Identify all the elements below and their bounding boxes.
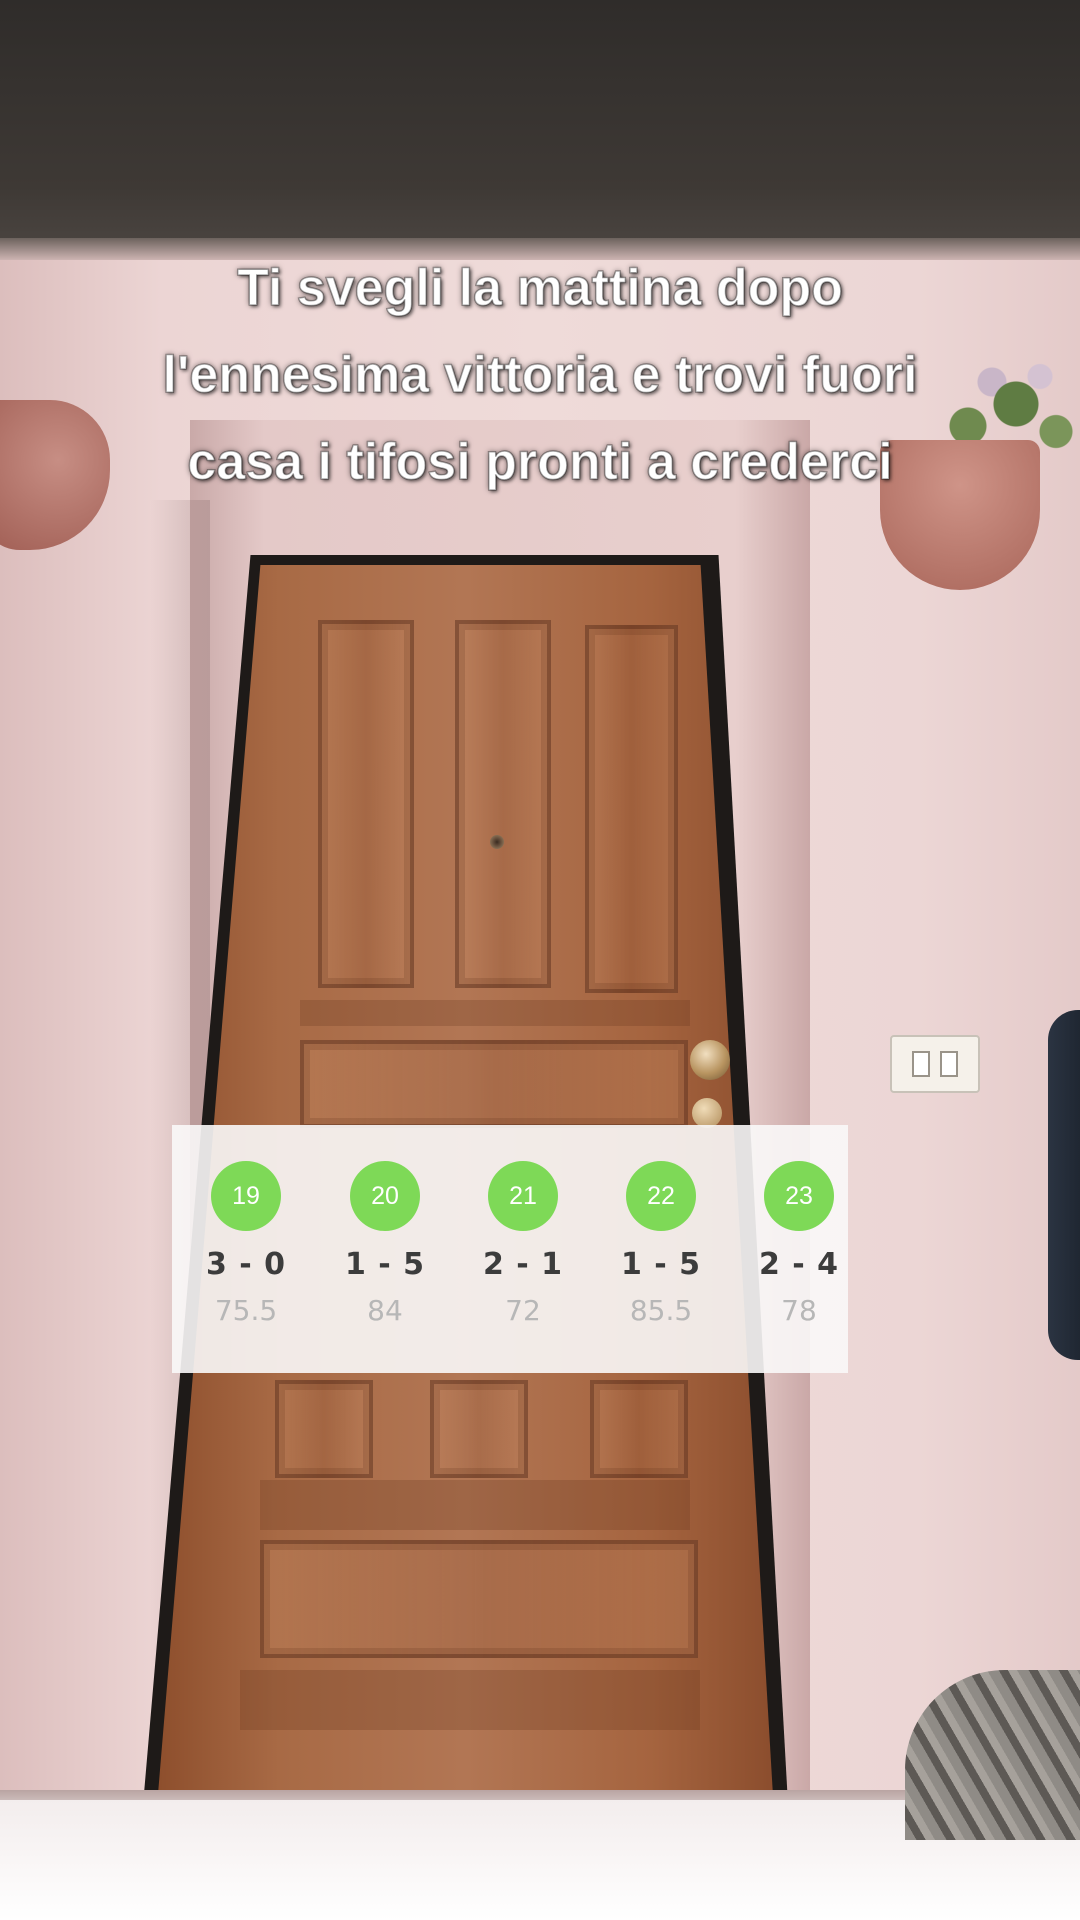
match-score: 1 - 5 xyxy=(344,1247,426,1282)
caption-line: casa i tifosi pronti a crederci xyxy=(187,432,894,492)
door-panel xyxy=(260,1540,698,1658)
round-badge: 21 xyxy=(488,1161,558,1231)
match-score: 2 - 4 xyxy=(758,1247,840,1282)
caption-line: l'ennesima vittoria e trovi fuori xyxy=(162,345,919,405)
door-panel xyxy=(455,620,551,988)
door-lock xyxy=(692,1098,722,1128)
door-panel xyxy=(590,1380,688,1478)
match-points: 75.5 xyxy=(214,1294,278,1327)
door-panel xyxy=(318,620,414,988)
door-panel xyxy=(300,1040,688,1128)
door-rail xyxy=(240,1670,700,1730)
match-result: 23 2 - 4 78 xyxy=(744,1161,854,1327)
match-result: 21 2 - 1 72 xyxy=(468,1161,578,1327)
door-knob xyxy=(690,1040,730,1080)
match-points: 85.5 xyxy=(629,1294,693,1327)
caption-line: Ti svegli la mattina dopo xyxy=(236,258,843,318)
match-result: 22 1 - 5 85.5 xyxy=(606,1161,716,1327)
results-card: 19 3 - 0 75.5 20 1 - 5 84 21 2 - 1 72 22… xyxy=(172,1125,848,1373)
porch-ceiling xyxy=(0,0,1080,250)
match-points: 72 xyxy=(505,1294,541,1327)
door-rail xyxy=(300,1000,690,1026)
match-points: 84 xyxy=(367,1294,403,1327)
match-result: 20 1 - 5 84 xyxy=(330,1161,440,1327)
match-result: 19 3 - 0 75.5 xyxy=(191,1161,301,1327)
door-rail xyxy=(260,1480,690,1530)
door-panel xyxy=(275,1380,373,1478)
round-badge: 22 xyxy=(626,1161,696,1231)
chair xyxy=(1048,1010,1080,1360)
light-switch xyxy=(890,1035,980,1093)
door-panel xyxy=(585,625,678,993)
match-score: 1 - 5 xyxy=(620,1247,702,1282)
round-badge: 20 xyxy=(350,1161,420,1231)
round-badge: 23 xyxy=(764,1161,834,1231)
caption-text: Ti svegli la mattina dopo l'ennesima vit… xyxy=(40,245,1040,506)
match-points: 78 xyxy=(781,1294,817,1327)
door-peephole xyxy=(490,835,504,849)
match-score: 3 - 0 xyxy=(205,1247,287,1282)
match-score: 2 - 1 xyxy=(482,1247,564,1282)
round-badge: 19 xyxy=(211,1161,281,1231)
door-panel xyxy=(430,1380,528,1478)
